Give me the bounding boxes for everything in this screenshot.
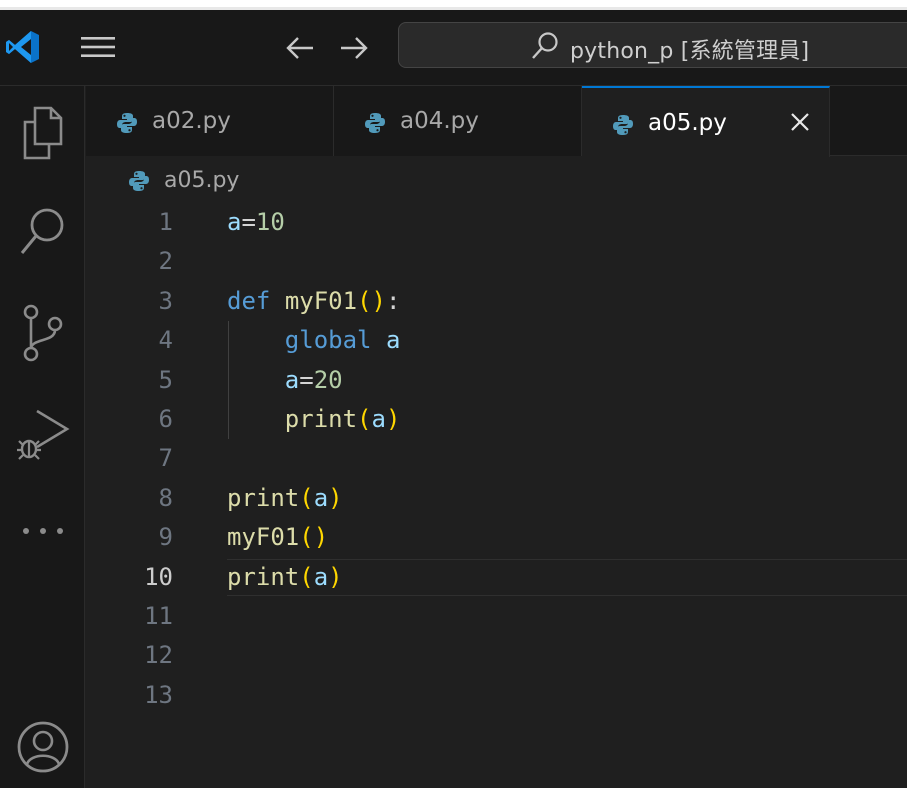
code-token: ( xyxy=(299,563,314,591)
vscode-logo-icon[interactable] xyxy=(4,28,42,70)
code-token: 20 xyxy=(313,366,343,394)
arrow-left-icon[interactable] xyxy=(285,34,315,66)
ellipsis-icon[interactable] xyxy=(0,496,85,566)
tab-label: a02.py xyxy=(152,108,231,134)
hamburger-menu-icon[interactable] xyxy=(81,35,115,63)
source-control-icon[interactable] xyxy=(0,298,85,368)
tab-a05[interactable]: a05.py xyxy=(582,86,830,157)
code-line: print(a) xyxy=(227,479,343,518)
code-token: def xyxy=(227,287,271,315)
code-token: print xyxy=(284,405,358,433)
code-token: a xyxy=(385,326,401,354)
line-number: 12 xyxy=(144,641,173,669)
files-icon[interactable] xyxy=(0,98,85,168)
code-token: ) xyxy=(328,484,343,512)
code-line: myF01() xyxy=(227,518,328,557)
line-number: 2 xyxy=(158,247,173,275)
code-token: ) xyxy=(385,405,401,433)
code-token: = xyxy=(241,208,256,236)
code-token: : xyxy=(385,287,401,315)
line-number: 10 xyxy=(144,563,173,591)
title-bar: python_p [系統管理員] xyxy=(0,10,907,86)
line-number: 7 xyxy=(158,444,173,472)
python-icon xyxy=(116,112,138,138)
code-token: ) xyxy=(328,563,343,591)
code-token: print xyxy=(227,563,300,591)
code-token: = xyxy=(299,366,314,394)
line-number: 6 xyxy=(158,405,173,433)
code-token: a xyxy=(227,208,242,236)
code-token: ( xyxy=(357,405,372,433)
line-number: 11 xyxy=(144,602,173,630)
tab-label: a05.py xyxy=(648,110,727,136)
code-token: () xyxy=(299,523,329,551)
code-line: global a xyxy=(227,321,401,360)
python-icon xyxy=(364,112,386,138)
code-token: a xyxy=(284,366,300,394)
arrow-right-icon[interactable] xyxy=(339,34,369,66)
python-icon xyxy=(612,114,634,140)
window-top-edge xyxy=(0,0,907,10)
code-line: a=20 xyxy=(227,361,343,400)
code-line: a=10 xyxy=(227,203,285,242)
search-icon xyxy=(530,31,560,65)
code-line: print(a) xyxy=(227,400,401,439)
line-number: 1 xyxy=(158,208,173,236)
code-token: myF01 xyxy=(227,523,300,551)
python-icon xyxy=(128,170,150,196)
code-token: 10 xyxy=(255,208,285,236)
activity-bar xyxy=(0,86,85,788)
line-number: 13 xyxy=(144,681,173,709)
search-sidebar-icon[interactable] xyxy=(0,198,85,268)
run-debug-icon[interactable] xyxy=(0,398,85,468)
code-token: ( xyxy=(299,484,314,512)
code-token: print xyxy=(227,484,300,512)
tab-label: a04.py xyxy=(400,108,479,134)
line-number: 4 xyxy=(158,326,173,354)
breadcrumb-file: a05.py xyxy=(164,168,240,193)
line-number: 9 xyxy=(158,523,173,551)
code-token: a xyxy=(313,484,329,512)
code-token: () xyxy=(357,287,386,315)
code-token: a xyxy=(371,405,386,433)
code-token: global xyxy=(284,326,372,354)
account-icon[interactable] xyxy=(0,712,85,782)
code-line: print(a) xyxy=(227,558,343,597)
line-number: 5 xyxy=(158,366,173,394)
editor-tabs: a02.py a04.py a05.py xyxy=(86,86,907,157)
code-token: a xyxy=(313,563,329,591)
tab-a04[interactable]: a04.py xyxy=(334,86,582,156)
code-editor[interactable]: 1 a=10 2 3 def myF01(): 4 global a5 a=20 6 pri… xyxy=(86,197,907,788)
line-number: 3 xyxy=(158,287,173,315)
tab-a02[interactable]: a02.py xyxy=(86,86,334,156)
code-token: myF01 xyxy=(284,287,358,315)
command-center-search[interactable]: python_p [系統管理員] xyxy=(398,22,907,68)
close-icon[interactable] xyxy=(790,112,810,136)
command-center-label: python_p [系統管理員] xyxy=(570,39,810,64)
code-line: def myF01(): xyxy=(227,282,400,321)
line-number: 8 xyxy=(158,484,173,512)
